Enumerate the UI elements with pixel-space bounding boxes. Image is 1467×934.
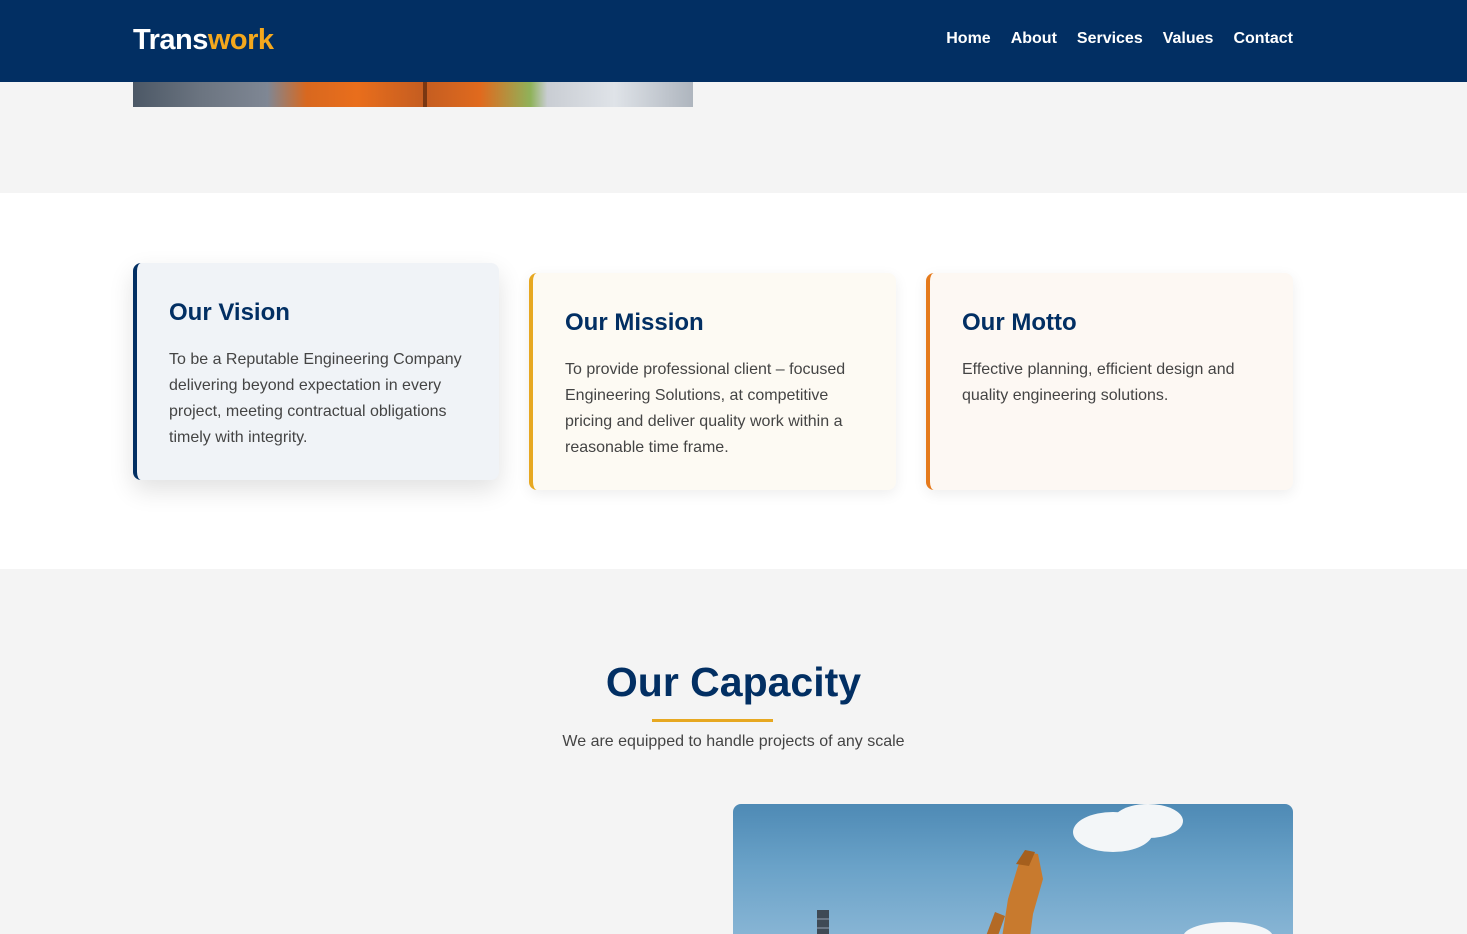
capacity-section: Our Capacity We are equipped to handle p… [0, 569, 1467, 934]
about-image [133, 82, 693, 107]
nav-link-contact[interactable]: Contact [1233, 30, 1293, 48]
vision-title: Our Vision [169, 299, 290, 326]
navbar: Transwork Home About Services Values Con… [0, 0, 1467, 82]
main-nav: Home About Services Values Contact [946, 30, 1293, 48]
capacity-subtitle: We are equipped to handle projects of an… [562, 733, 905, 750]
values-cards-section: Our Vision To be a Reputable Engineering… [0, 193, 1467, 569]
nav-link-about[interactable]: About [1011, 30, 1057, 48]
vision-card: Our Vision To be a Reputable Engineering… [133, 263, 499, 480]
image-detail [423, 82, 427, 107]
vision-text: To be a Reputable Engineering Company de… [169, 351, 462, 446]
nav-link-home[interactable]: Home [946, 30, 990, 48]
mission-text: To provide professional client – focused… [565, 361, 846, 456]
brand-logo[interactable]: Transwork [133, 24, 274, 57]
brand-part-work: work [207, 24, 274, 56]
capacity-title: Our Capacity [605, 659, 862, 705]
excavator-icon [817, 850, 1043, 934]
mission-card: Our Mission To provide professional clie… [529, 273, 896, 490]
brand-part-trans: Trans [133, 24, 208, 56]
nav-link-services[interactable]: Services [1077, 30, 1143, 48]
nav-link-values[interactable]: Values [1163, 30, 1214, 48]
title-underline [652, 719, 773, 722]
motto-title: Our Motto [962, 309, 1077, 336]
motto-text: Effective planning, efficient design and… [962, 361, 1235, 404]
excavator-image [733, 804, 1293, 934]
mission-title: Our Mission [565, 309, 704, 336]
motto-card: Our Motto Effective planning, efficient … [926, 273, 1293, 490]
